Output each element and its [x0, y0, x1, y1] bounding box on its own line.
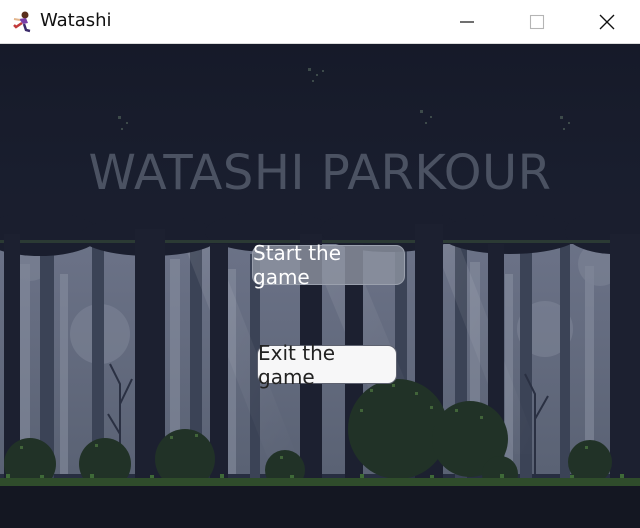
close-button[interactable] [577, 0, 637, 43]
running-character-icon [13, 11, 31, 33]
minimize-icon [460, 20, 474, 23]
maximize-button[interactable] [507, 0, 567, 43]
exit-game-button[interactable]: Exit the game [257, 341, 397, 389]
maximize-icon [529, 14, 545, 29]
game-title: WATASHI PARKOUR [88, 145, 552, 201]
close-icon [599, 14, 615, 29]
window-title: Watashi [40, 10, 112, 31]
window-titlebar[interactable]: Watashi [0, 0, 640, 44]
minimize-button[interactable] [437, 0, 497, 43]
game-canvas[interactable]: WATASHI PARKOUR Start the game Exit the … [0, 44, 640, 528]
start-game-button[interactable]: Start the game [252, 241, 405, 289]
